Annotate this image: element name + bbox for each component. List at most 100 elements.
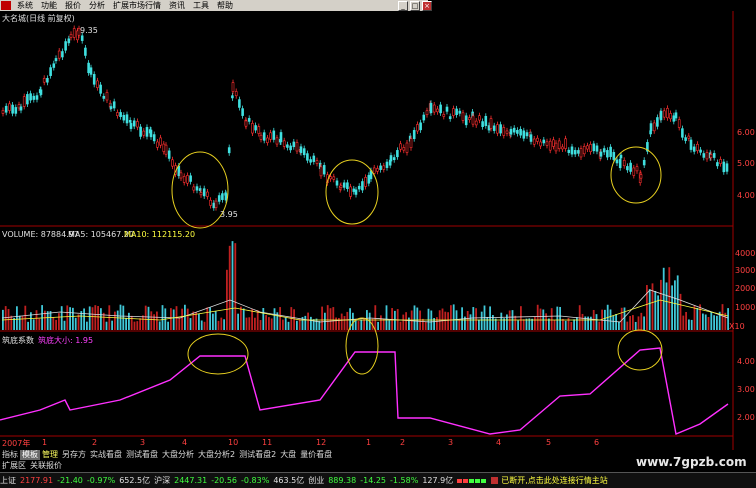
candle-body [315, 160, 319, 164]
volume-bar [329, 308, 332, 330]
time-axis-label: 3 [448, 438, 454, 447]
candle-body [199, 192, 203, 196]
candle-body [548, 140, 552, 151]
candle-body [639, 174, 643, 179]
volume-bar [105, 321, 108, 330]
candle-body [436, 108, 439, 113]
candle-body [722, 161, 726, 173]
tab-market-analysis[interactable]: 大盘分析 [160, 450, 196, 460]
tab-related-quote[interactable]: 关联报价 [28, 461, 64, 471]
tab-market[interactable]: 大盘 [278, 450, 298, 460]
candle-body [39, 89, 43, 95]
candle-body [589, 144, 592, 153]
candle-body [332, 176, 336, 180]
connection-status[interactable]: 已断开,点击此处连接行情主站 [501, 475, 608, 486]
candle-body [709, 154, 713, 158]
tab-template[interactable]: 模板 [20, 450, 40, 460]
volume-bar [517, 320, 519, 330]
candle-body [471, 115, 475, 125]
candle-body [458, 110, 462, 114]
volume-bar [427, 308, 430, 330]
candle-body [519, 128, 522, 136]
candle-body [129, 123, 133, 129]
candle-body [177, 165, 181, 177]
tab-test-watch[interactable]: 测试看盘 [124, 450, 160, 460]
candle-body [586, 145, 589, 150]
tab-indicator[interactable]: 指标 [0, 450, 20, 460]
candle-body [125, 114, 129, 124]
candle-body [609, 146, 612, 157]
volume-bar [111, 320, 113, 330]
candle-body [357, 185, 361, 190]
volume-bar [265, 315, 267, 330]
candle-body [231, 95, 234, 99]
volume-bar [539, 308, 542, 330]
candle-body [259, 134, 263, 140]
hs-index-name[interactable]: 沪深 [154, 475, 170, 486]
volume-bar [49, 311, 52, 330]
candle-body [402, 147, 406, 151]
volume-bar [262, 308, 265, 330]
price-axis-label: 6.00 [737, 128, 755, 137]
volume-bar [284, 317, 287, 330]
candle-body [189, 175, 192, 182]
volume-bar [391, 308, 393, 330]
tab-extension-area[interactable]: 扩展区 [0, 461, 28, 471]
volume-bar [545, 313, 547, 330]
candle-body [299, 146, 303, 153]
sh-index-name[interactable]: 上证 [0, 475, 16, 486]
candle-body [89, 67, 93, 75]
volume-bar [343, 316, 346, 330]
stock-chart[interactable] [0, 0, 756, 450]
volume-bar [35, 310, 38, 330]
candle-body [399, 143, 402, 150]
volume-bar [654, 290, 657, 330]
candle-body [545, 141, 549, 146]
candle-body [116, 112, 119, 116]
volume-bar [38, 318, 41, 330]
candle-body [496, 124, 499, 134]
volume-bar [452, 304, 455, 330]
candle-body [224, 193, 228, 201]
tab-volume-price[interactable]: 量价看盘 [298, 450, 334, 460]
tab-test-watch-2[interactable]: 测试看盘2 [237, 450, 278, 460]
cy-index-name[interactable]: 创业 [308, 475, 324, 486]
volume-bar [637, 316, 640, 330]
candle-body [292, 141, 296, 148]
volume-bar [416, 307, 419, 330]
tab-live-watch[interactable]: 实战看盘 [88, 450, 124, 460]
volume-bar [357, 321, 360, 330]
candle-body [677, 119, 681, 128]
volume-bar [178, 317, 181, 330]
candle-body [49, 67, 52, 76]
volume-bar [634, 321, 637, 330]
volume-bar [685, 311, 687, 330]
candle-body [689, 139, 693, 150]
volume-axis-label: 10000 [735, 303, 756, 312]
candle-body [461, 112, 465, 121]
volume-axis-label: 20000 [735, 284, 756, 293]
candle-body [364, 177, 367, 187]
candle-body [716, 162, 719, 167]
candle-body [579, 148, 583, 158]
tab-market-analysis-2[interactable]: 大盘分析2 [196, 450, 237, 460]
candle-body [564, 138, 567, 149]
volume-bar [52, 317, 55, 330]
candle-body [234, 91, 238, 97]
tab-manage[interactable]: 管理 [40, 450, 60, 460]
candle-body [195, 186, 199, 191]
candle-body [439, 104, 442, 114]
volume-bar [116, 310, 119, 330]
volume-bar [242, 308, 245, 330]
sh-index-change: -21.40 [57, 476, 83, 485]
volume-bar [690, 319, 693, 330]
volume-bar [466, 311, 469, 330]
candle-body [8, 103, 11, 111]
candle-body [478, 115, 481, 121]
cy-index-amount: 127.9亿 [422, 476, 454, 485]
candle-body [416, 124, 419, 132]
candle-body [209, 199, 212, 206]
tab-save-as[interactable]: 另存方 [60, 450, 88, 460]
volume-bar [254, 317, 256, 330]
volume-bar [340, 313, 343, 330]
